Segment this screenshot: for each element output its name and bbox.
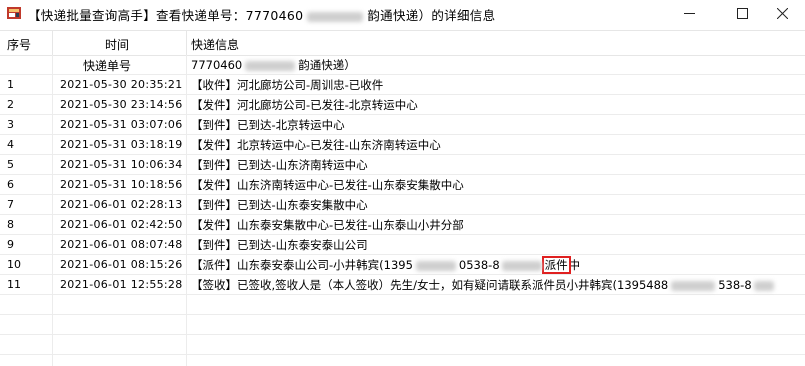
- app-icon: [7, 7, 21, 19]
- minimize-button[interactable]: [666, 0, 712, 26]
- table-row[interactable]: 2 2021-05-30 23:14:56 【发件】河北廊坊公司-已发往-北京转…: [0, 95, 805, 115]
- minimize-icon: [683, 12, 695, 14]
- table-row[interactable]: 6 2021-05-31 10:18:56 【发件】山东济南转运中心-已发往-山…: [0, 175, 805, 195]
- table-row[interactable]: 5 2021-05-31 10:06:34 【到件】已到达-山东济南转运中心: [0, 155, 805, 175]
- maximize-icon: [736, 7, 748, 19]
- waybill-value: 7770460 韵通快递）: [191, 58, 356, 72]
- column-header: 序号 时间 快递信息: [0, 31, 805, 56]
- table-row[interactable]: 4 2021-05-31 03:18:19 【发件】北京转运中心-已发往-山东济…: [0, 135, 805, 155]
- row-info: 【签收】已签收,签收人是（本人签收）先生/女士，如有疑问请联系派件员小井韩宾(1…: [191, 277, 776, 293]
- waybill-row[interactable]: 快递单号 7770460 韵通快递）: [0, 55, 805, 75]
- close-button[interactable]: [759, 0, 805, 26]
- table-row[interactable]: 11 2021-06-01 12:55:28 【签收】已签收,签收人是（本人签收…: [0, 275, 805, 295]
- header-index[interactable]: 序号: [7, 36, 31, 53]
- table-row[interactable]: 7 2021-06-01 02:28:13 【到件】已到达-山东泰安集散中心: [0, 195, 805, 215]
- table-row[interactable]: 1 2021-05-30 20:35:21 【收件】河北廊坊公司-周训忠-已收件: [0, 75, 805, 95]
- close-icon: [776, 7, 788, 19]
- table-row[interactable]: 10 2021-06-01 08:15:26 【派件】山东泰安泰山公司-小井韩宾…: [0, 255, 805, 275]
- header-info[interactable]: 快递信息: [191, 36, 239, 53]
- empty-row: [0, 295, 805, 315]
- tracking-list[interactable]: 序号 时间 快递信息 快递单号 7770460 韵通快递） 1 2021-05-3…: [0, 30, 805, 366]
- waybill-label: 快递单号: [83, 59, 132, 73]
- window-title: 【快递批量查询高手】查看快递单号：7770460 韵通快递）的详细信息: [28, 5, 495, 24]
- row-info: 【派件】山东泰安泰山公司-小井韩宾(1395 0538-8 派件中: [191, 256, 581, 274]
- table-row[interactable]: 8 2021-06-01 02:42:50 【发件】山东泰安集散中心-已发往-山…: [0, 215, 805, 235]
- table-row[interactable]: 9 2021-06-01 08:07:48 【到件】已到达-山东泰安泰山公司: [0, 235, 805, 255]
- table-row[interactable]: 3 2021-05-31 03:07:06 【到件】已到达-北京转运中心: [0, 115, 805, 135]
- header-time[interactable]: 时间: [105, 36, 129, 53]
- window-title-prefix: 【快递批量查询高手】查看快递单号：7770460: [28, 8, 304, 23]
- window-title-suffix: 韵通快递）的详细信息: [367, 8, 496, 23]
- redacted-text: [307, 11, 364, 22]
- highlight-box: 派件: [541, 256, 571, 274]
- empty-row: [0, 335, 805, 355]
- title-bar: 【快递批量查询高手】查看快递单号：7770460 韵通快递）的详细信息: [0, 0, 805, 26]
- empty-row: [0, 315, 805, 335]
